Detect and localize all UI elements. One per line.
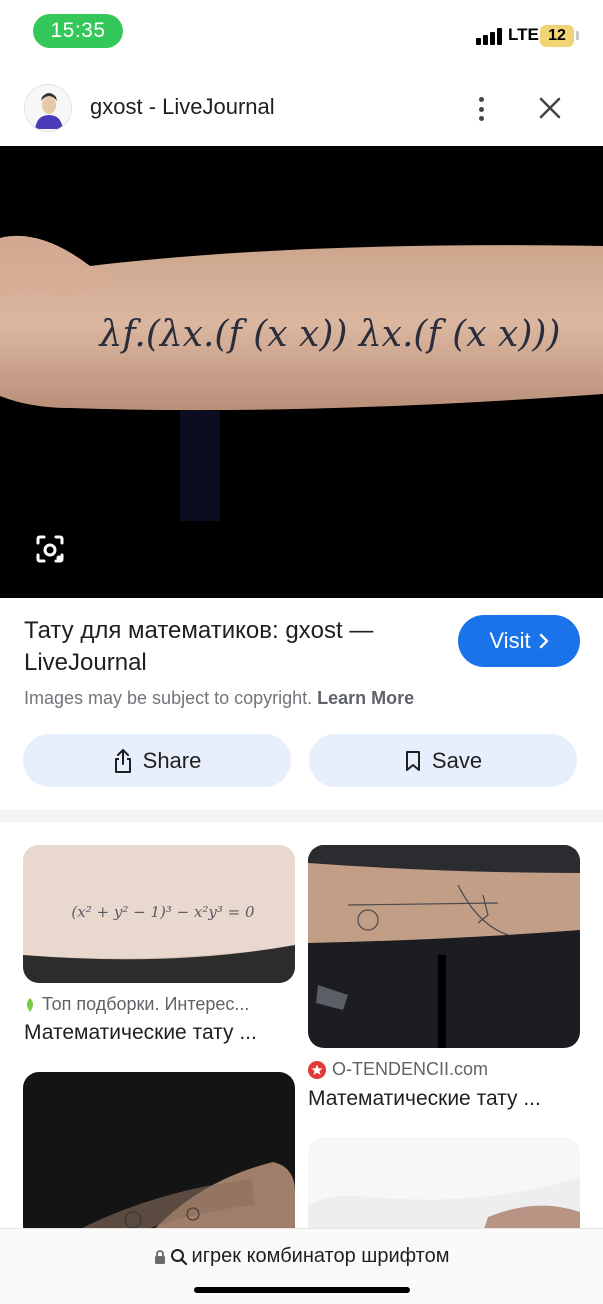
related-source-label: O-TENDENCII.com: [332, 1059, 489, 1079]
main-image[interactable]: λf.(λx.(f (x x)) λx.(f (x x))): [0, 146, 603, 598]
related-title-2[interactable]: Математические тату ...: [308, 1087, 580, 1111]
network-type: LTE: [508, 25, 539, 44]
battery-icon: 12: [540, 25, 574, 47]
related-source-2[interactable]: O-TENDENCII.com: [308, 1059, 488, 1080]
address-bar[interactable]: игрек комбинатор шрифтом: [0, 1228, 603, 1304]
address-text[interactable]: игрек комбинатор шрифтом: [0, 1245, 603, 1268]
copyright-notice: Images may be subject to copyright. Lear…: [24, 688, 414, 709]
related-formula: (x² + y² − 1)³ − x²y³ = 0: [71, 903, 255, 921]
google-lens-icon[interactable]: [30, 529, 70, 569]
battery-cap: [576, 31, 579, 40]
save-button[interactable]: Save: [309, 734, 577, 787]
share-button[interactable]: Share: [23, 734, 291, 787]
site-favicon-icon: [308, 1060, 326, 1079]
section-divider: [0, 810, 603, 822]
save-label: Save: [431, 747, 483, 773]
status-bar: 15:35 LTE 12: [0, 0, 603, 62]
visit-label: Visit: [489, 628, 531, 653]
share-icon: [114, 748, 131, 773]
lock-icon: [154, 1249, 165, 1264]
chevron-right-icon: [539, 633, 548, 649]
related-source-1[interactable]: Топ подборки. Интерес...: [24, 994, 249, 1015]
bookmark-icon: [405, 750, 420, 771]
status-time: 15:35: [33, 14, 123, 48]
related-image-2[interactable]: [308, 845, 580, 1048]
viewer-header: gxost - LiveJournal: [0, 70, 603, 146]
leaf-icon: [27, 997, 33, 1012]
share-label: Share: [142, 747, 202, 773]
home-indicator[interactable]: [194, 1287, 410, 1293]
site-avatar-icon[interactable]: [24, 84, 72, 132]
related-title-1[interactable]: Математические тату ...: [24, 1021, 296, 1045]
signal-icon: [476, 27, 504, 45]
more-options-icon[interactable]: [468, 94, 494, 124]
site-title[interactable]: gxost - LiveJournal: [90, 94, 275, 120]
related-image-3[interactable]: [23, 1072, 295, 1242]
tattoo-formula: λf.(λx.(f (x x)) λx.(f (x x))): [98, 314, 561, 355]
search-icon: [170, 1248, 187, 1265]
close-icon[interactable]: [534, 92, 566, 124]
learn-more-link[interactable]: Learn More: [317, 688, 414, 708]
visit-button[interactable]: Visit: [458, 615, 580, 667]
address-query: игрек комбинатор шрифтом: [191, 1245, 450, 1267]
related-source-label: Топ подборки. Интерес...: [42, 994, 250, 1014]
result-title[interactable]: Тату для математиков: gxost — LiveJourna…: [24, 615, 434, 679]
related-image-1[interactable]: (x² + y² − 1)³ − x²y³ = 0: [23, 845, 295, 983]
copyright-text: Images may be subject to copyright.: [24, 688, 313, 708]
